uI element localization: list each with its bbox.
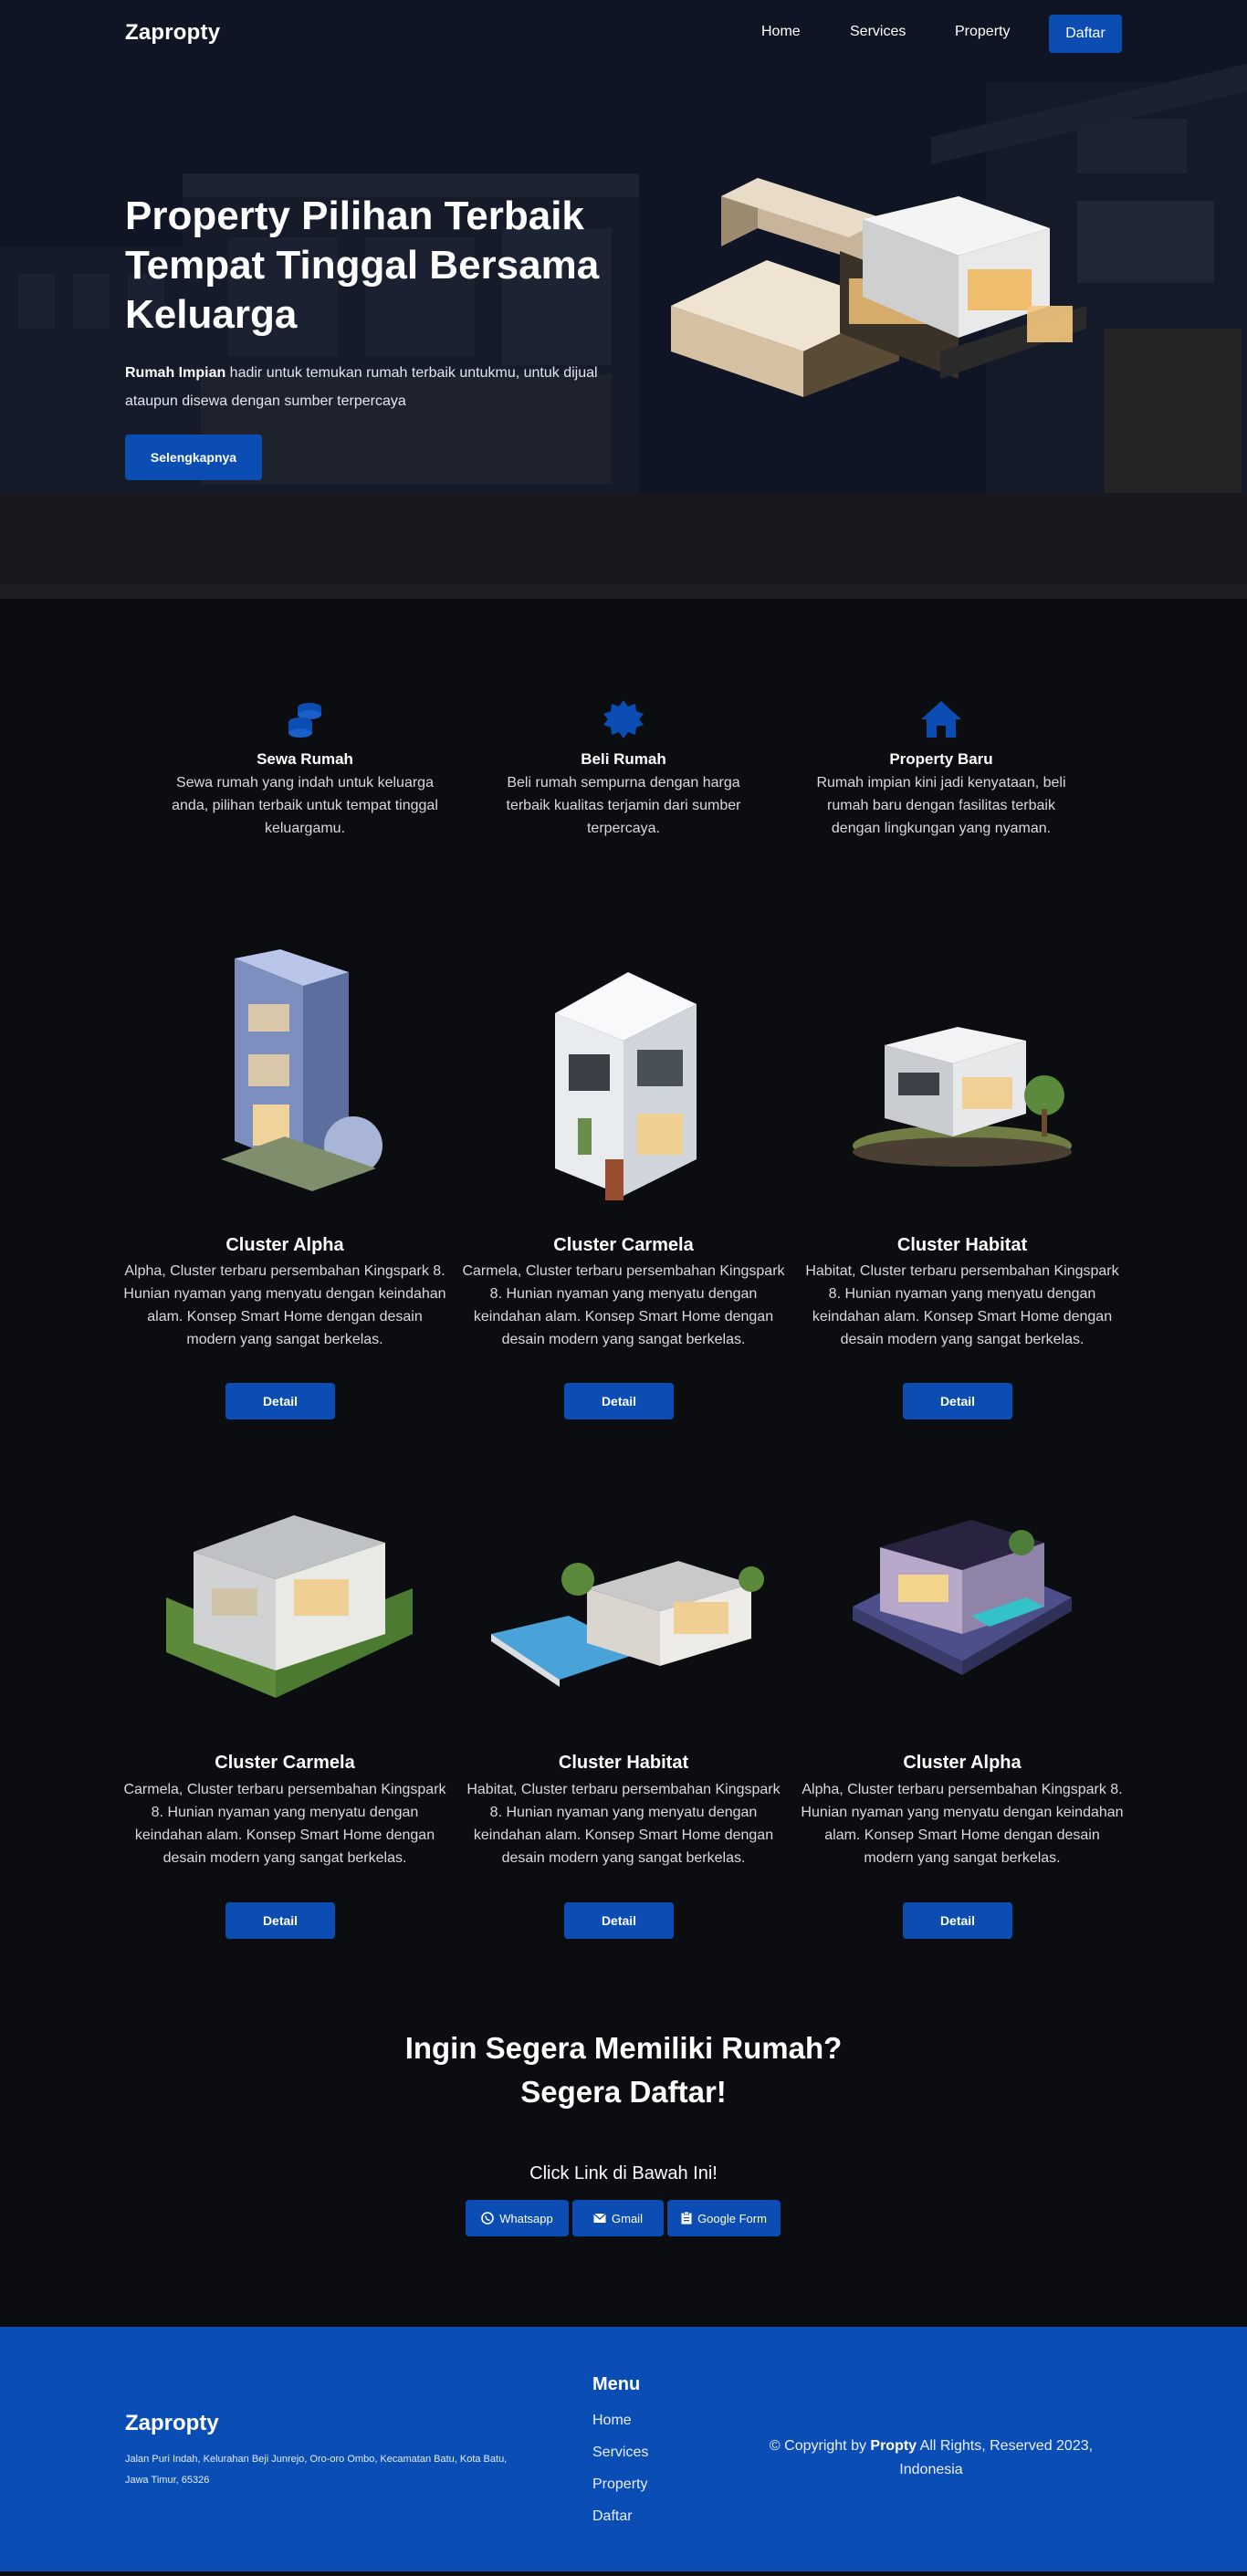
mail-icon	[593, 2213, 606, 2223]
property-image	[491, 1561, 764, 1687]
cta-title-line1: Ingin Segera Memiliki Rumah?	[404, 2031, 843, 2065]
footer-brand[interactable]: Zapropty	[125, 2411, 219, 2436]
property-title: Cluster Alpha	[225, 1235, 344, 1255]
footer-menu-title: Menu	[592, 2374, 641, 2394]
cta-title-line2: Segera Daftar!	[520, 2075, 727, 2109]
property-description: Carmela, Cluster terbaru persembahan Kin…	[462, 1263, 785, 1347]
navbar: Zapropty Home Services Property Daftar	[0, 0, 1247, 68]
property-image	[555, 972, 697, 1200]
detail-button[interactable]: Detail	[225, 1383, 335, 1419]
hero-section: Zapropty Home Services Property Daftar P…	[0, 0, 1247, 599]
hero-house-image	[671, 178, 1086, 397]
property-title: Cluster Habitat	[896, 1235, 1028, 1255]
cta-title: Ingin Segera Memiliki Rumah? Segera Daft…	[258, 2026, 989, 2114]
footer-copyright: © Copyright by Propty All Rights, Reserv…	[758, 2435, 1105, 2482]
property-description: Habitat, Cluster terbaru persembahan Kin…	[466, 1782, 781, 1866]
badge-icon	[603, 700, 644, 738]
feature-description: Beli rumah sempurna dengan harga terbaik…	[506, 775, 741, 836]
property-image	[853, 1520, 1072, 1675]
property-description: Habitat, Cluster terbaru persembahan Kin…	[805, 1263, 1119, 1347]
copyright-prefix: © Copyright by	[769, 2438, 871, 2454]
feature-title: Sewa Rumah	[257, 750, 353, 768]
whatsapp-button-label: Whatsapp	[499, 2211, 553, 2225]
property-card: Cluster Carmela Carmela, Cluster terbaru…	[461, 949, 786, 1419]
coins-icon	[288, 703, 321, 738]
hero-description-bold: Rumah Impian	[125, 365, 226, 381]
footer-link-home[interactable]: Home	[592, 2413, 632, 2429]
detail-button[interactable]: Detail	[564, 1383, 674, 1419]
home-icon	[921, 701, 961, 738]
property-description: Carmela, Cluster terbaru persembahan Kin…	[123, 1782, 446, 1866]
google-form-button-label: Google Form	[697, 2211, 767, 2225]
property-title: Cluster Habitat	[558, 1753, 689, 1773]
property-title: Cluster Alpha	[903, 1753, 1022, 1773]
cta-subtitle: Click Link di Bawah Ini!	[529, 2163, 718, 2183]
footer-link-daftar[interactable]: Daftar	[592, 2508, 633, 2525]
form-icon	[681, 2212, 692, 2225]
feature-new-property: Property Baru Rumah impian kini jadi ken…	[804, 698, 1078, 840]
property-card: Cluster Alpha Alpha, Cluster terbaru per…	[122, 949, 447, 1419]
footer: Zapropty Jalan Puri Indah, Kelurahan Bej…	[0, 2327, 1247, 2571]
hero-description: Rumah Impian hadir untuk temukan rumah t…	[125, 359, 618, 415]
copyright-brand: Propty	[870, 2438, 917, 2454]
brand-logo[interactable]: Zapropty	[125, 20, 220, 46]
footer-address: Jalan Puri Indah, Kelurahan Beji Junrejo…	[125, 2454, 508, 2486]
property-description: Alpha, Cluster terbaru persembahan Kings…	[123, 1263, 446, 1347]
property-card: Cluster Habitat Habitat, Cluster terbaru…	[461, 1479, 786, 1939]
gmail-button-label: Gmail	[612, 2211, 643, 2225]
feature-rent: Sewa Rumah Sewa rumah yang indah untuk k…	[168, 698, 442, 840]
whatsapp-button[interactable]: Whatsapp	[466, 2200, 569, 2236]
register-button[interactable]: Daftar	[1049, 15, 1122, 53]
property-image	[221, 949, 382, 1191]
footer-link-services[interactable]: Services	[592, 2445, 648, 2461]
hero-title: Property Pilihan Terbaik Tempat Tinggal …	[125, 194, 600, 337]
detail-button[interactable]: Detail	[903, 1902, 1012, 1939]
nav-link-property[interactable]: Property	[955, 24, 1010, 40]
nav-link-services[interactable]: Services	[850, 24, 906, 40]
copyright-suffix: All Rights, Reserved 2023, Indonesia	[899, 2438, 1094, 2477]
feature-title: Beli Rumah	[581, 750, 666, 768]
footer-link-property[interactable]: Property	[592, 2477, 647, 2493]
detail-button[interactable]: Detail	[903, 1383, 1012, 1419]
feature-title: Property Baru	[889, 750, 993, 768]
property-title: Cluster Carmela	[553, 1235, 694, 1255]
nav-link-home[interactable]: Home	[761, 24, 801, 40]
feature-description: Rumah impian kini jadi kenyataan, beli r…	[816, 775, 1066, 836]
feature-description: Sewa rumah yang indah untuk keluarga and…	[172, 775, 438, 836]
property-image	[853, 1027, 1072, 1167]
detail-button[interactable]: Detail	[564, 1902, 674, 1939]
property-image	[166, 1515, 413, 1698]
property-card: Cluster Alpha Alpha, Cluster terbaru per…	[800, 1479, 1125, 1939]
property-card: Cluster Carmela Carmela, Cluster terbaru…	[122, 1479, 447, 1939]
property-description: Alpha, Cluster terbaru persembahan Kings…	[801, 1782, 1124, 1866]
gmail-button[interactable]: Gmail	[572, 2200, 664, 2236]
learn-more-button[interactable]: Selengkapnya	[125, 435, 262, 480]
whatsapp-icon	[481, 2212, 495, 2225]
property-title: Cluster Carmela	[215, 1753, 355, 1773]
property-card: Cluster Habitat Habitat, Cluster terbaru…	[800, 949, 1125, 1419]
detail-button[interactable]: Detail	[225, 1902, 335, 1939]
feature-buy: Beli Rumah Beli rumah sempurna dengan ha…	[487, 698, 760, 840]
google-form-button[interactable]: Google Form	[667, 2200, 781, 2236]
